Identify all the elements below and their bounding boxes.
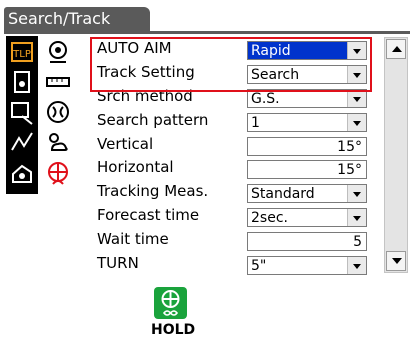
program-icon[interactable]: TLP <box>8 38 36 66</box>
vertical-value: 15° <box>337 139 362 155</box>
settings-icon[interactable] <box>8 160 36 188</box>
search-pattern-value: 1 <box>251 115 260 131</box>
chevron-down-icon[interactable] <box>347 90 366 107</box>
forecast-time-select[interactable]: 2sec. <box>247 208 367 227</box>
horizontal-field[interactable]: 15° <box>247 160 367 179</box>
label-tracking-meas: Tracking Meas. <box>97 182 209 200</box>
hold-icon <box>161 290 180 316</box>
ruler-icon[interactable] <box>44 68 72 96</box>
chevron-down-icon[interactable] <box>347 114 366 131</box>
chevron-down-icon[interactable] <box>347 185 366 202</box>
vertical-field[interactable]: 15° <box>247 137 367 156</box>
tab-title: Search/Track <box>8 9 111 28</box>
forecast-time-value: 2sec. <box>251 210 288 226</box>
wait-time-value: 5 <box>353 234 362 250</box>
search-pattern-select[interactable]: 1 <box>247 113 367 132</box>
highlight-box <box>90 37 372 92</box>
measure-icon[interactable] <box>8 68 36 96</box>
label-forecast-time: Forecast time <box>97 206 200 224</box>
turn-value: 5" <box>251 258 267 274</box>
sensor-icon[interactable] <box>44 98 72 126</box>
scrollbar[interactable] <box>384 37 408 273</box>
wait-time-field[interactable]: 5 <box>247 232 367 251</box>
label-search-pattern: Search pattern <box>97 111 209 129</box>
search-track-icon[interactable] <box>44 160 72 188</box>
polyline-icon[interactable] <box>8 128 36 156</box>
label-horizontal: Horizontal <box>97 158 174 176</box>
title-divider <box>4 31 410 34</box>
horizontal-value: 15° <box>337 162 362 178</box>
tab-search-track[interactable]: Search/Track <box>4 7 150 32</box>
weather-icon[interactable] <box>44 128 72 156</box>
tracking-meas-value: Standard <box>251 186 315 202</box>
label-wait-time: Wait time <box>97 230 169 248</box>
label-vertical: Vertical <box>97 135 154 153</box>
scroll-up-button[interactable] <box>386 39 406 59</box>
icon-strip: TLP <box>6 36 38 194</box>
hold-button[interactable] <box>154 287 187 319</box>
chevron-down-icon[interactable] <box>347 257 366 274</box>
hold-label: HOLD <box>151 322 196 338</box>
scroll-down-button[interactable] <box>386 251 406 271</box>
label-turn: TURN <box>97 254 139 272</box>
survey-icon[interactable] <box>8 98 36 126</box>
distance-icon[interactable] <box>44 38 72 66</box>
svg-text:TLP: TLP <box>12 49 31 60</box>
tracking-meas-select[interactable]: Standard <box>247 184 367 203</box>
srch-method-value: G.S. <box>251 91 280 107</box>
turn-select[interactable]: 5" <box>247 256 367 275</box>
chevron-down-icon[interactable] <box>347 209 366 226</box>
